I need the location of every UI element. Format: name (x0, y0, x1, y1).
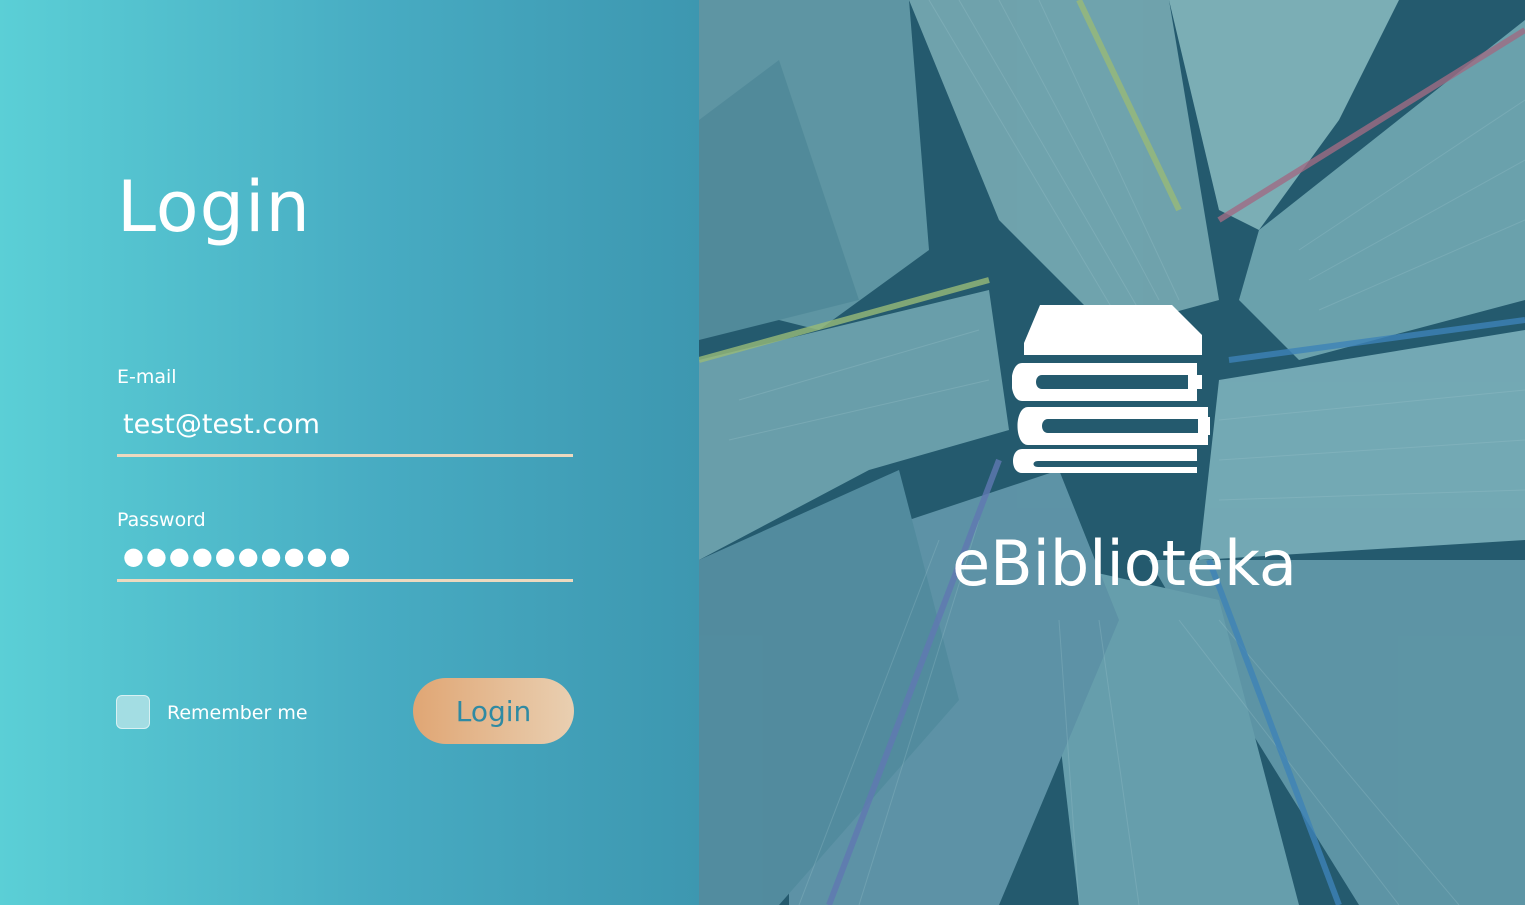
brand-panel: eBiblioteka (699, 0, 1525, 905)
remember-me-checkbox[interactable] (116, 695, 150, 729)
password-label: Password (117, 509, 206, 531)
email-field[interactable] (117, 404, 573, 457)
brand-name: eBiblioteka (952, 527, 1297, 600)
email-label: E-mail (117, 366, 177, 388)
page-title: Login (117, 166, 311, 248)
login-button[interactable]: Login (413, 678, 574, 744)
login-panel: Login E-mail Password Remember me Login (0, 0, 699, 905)
password-field[interactable] (117, 538, 573, 582)
books-stack-icon (1012, 305, 1210, 473)
remember-me-label[interactable]: Remember me (167, 702, 308, 724)
